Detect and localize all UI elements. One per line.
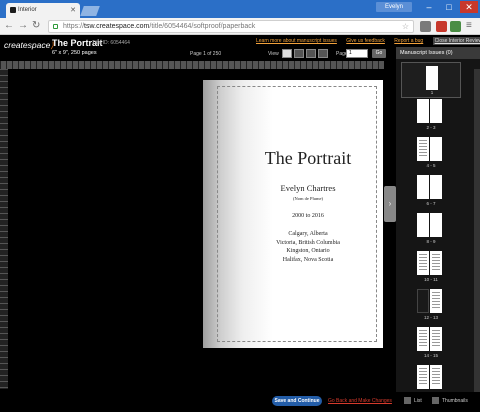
view-fit-button[interactable] [318, 49, 328, 58]
tab-close-icon[interactable]: ✕ [70, 6, 76, 14]
url-host: tsw.createspace.com [84, 23, 150, 30]
thumbnail-scrollbar[interactable] [474, 69, 480, 392]
maximize-icon[interactable]: □ [440, 1, 458, 13]
extension-green-icon[interactable] [450, 21, 461, 32]
manuscript-issues-header[interactable]: Manuscript Issues (0) [396, 47, 480, 59]
book-places: Calgary, Alberta Victoria, British Colum… [233, 230, 383, 264]
tab-favicon-icon [10, 7, 16, 13]
footer-bar: Save and Continue Go Back and Make Chang… [0, 392, 480, 412]
view-zoom-button[interactable] [306, 49, 316, 58]
thumbnail-panel[interactable]: 1 2 - 3 4 - 5 6 - 7 8 - 9 10 - 11 12 - 1… [396, 59, 480, 392]
stop-extension-icon[interactable] [436, 21, 447, 32]
place-line: Halifax, Nova Scotia [282, 256, 334, 263]
address-bar: ← → ↻ https://tsw.createspace.com/title/… [0, 18, 480, 35]
createspace-logo: createspace⟩ [4, 40, 54, 50]
extension-icon[interactable] [420, 21, 431, 32]
place-line: Victoria, British Columbia [276, 239, 340, 246]
ruler-horizontal [0, 61, 384, 69]
trim-info: 6" x 9", 250 pages [52, 50, 97, 56]
url-input[interactable]: https://tsw.createspace.com/title/605446… [48, 20, 414, 33]
feedback-link[interactable]: Give us feedback [346, 38, 385, 44]
nom-de-plume: (Nom de Plume) [293, 196, 323, 201]
list-view-icon[interactable] [404, 397, 411, 404]
page-number-input[interactable]: 1 [346, 49, 368, 58]
tab-title: Interior [18, 7, 37, 13]
list-view-label[interactable]: List [414, 398, 422, 404]
browser-tab[interactable]: Interior ✕ [6, 3, 80, 18]
book-author: Evelyn Chartres [280, 183, 336, 193]
minimize-icon[interactable]: – [420, 1, 438, 13]
back-icon[interactable]: ← [4, 20, 14, 31]
place-line: Kingston, Ontario [286, 248, 330, 254]
lock-icon [53, 24, 58, 29]
menu-icon[interactable]: ≡ [466, 20, 472, 31]
report-bug-link[interactable]: Report a bug [394, 38, 423, 44]
save-and-continue-button[interactable]: Save and Continue [272, 396, 322, 406]
close-window-icon[interactable]: ✕ [460, 1, 478, 13]
thumbnail-page-1[interactable]: 1 [401, 62, 461, 98]
close-reviewer-button[interactable]: Close Interior Reviewer [432, 37, 480, 45]
go-back-link[interactable]: Go Back and Make Changes [328, 398, 392, 404]
bookmark-star-icon[interactable]: ☆ [402, 22, 409, 31]
view-spread-button[interactable] [294, 49, 304, 58]
reload-icon[interactable]: ↻ [32, 20, 40, 31]
url-path: /title/6054464/softproof/paperback [149, 23, 256, 30]
thumbnail-view-icon[interactable] [432, 397, 439, 404]
view-single-page-button[interactable] [282, 49, 292, 58]
place-line: Calgary, Alberta [288, 231, 328, 237]
panel-toggle-chevron-icon[interactable]: › [384, 186, 396, 222]
book-years: 2000 to 2016 [292, 213, 324, 219]
header-links: Learn more about manuscript issues Give … [256, 37, 480, 45]
view-label: View [268, 51, 279, 57]
learn-more-link[interactable]: Learn more about manuscript issues [256, 38, 337, 44]
browser-titlebar: Interior ✕ Evelyn – □ ✕ [0, 0, 480, 18]
go-button[interactable]: Go [372, 49, 386, 58]
forward-icon[interactable]: → [18, 20, 28, 31]
thumbnail-view-label[interactable]: Thumbnails [442, 398, 468, 404]
title-id: Title ID: 6054464 [92, 40, 130, 46]
page-preview: The Portrait Evelyn Chartres (Nom de Plu… [203, 80, 383, 348]
page-of-label: Page 1 of 250 [190, 51, 222, 57]
new-tab-button[interactable] [80, 6, 100, 16]
ruler-vertical [0, 69, 8, 389]
profile-button[interactable]: Evelyn [376, 2, 412, 12]
url-scheme: https:// [63, 23, 85, 30]
book-title: The Portrait [264, 148, 352, 168]
